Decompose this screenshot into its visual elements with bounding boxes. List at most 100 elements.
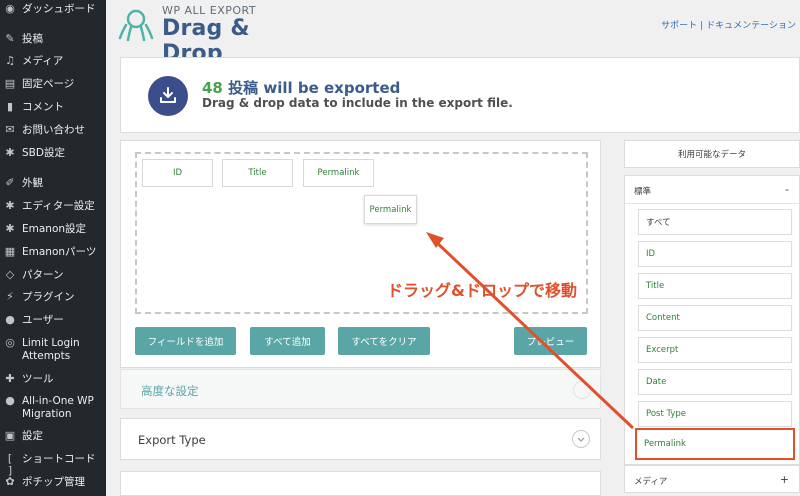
top-links: サポート | ドキュメンテーション bbox=[661, 18, 796, 31]
export-type-section[interactable]: Export Type bbox=[120, 418, 601, 460]
add-all-button[interactable]: すべて追加 bbox=[250, 327, 325, 355]
sidebar-item[interactable]: [ ] ショートコード bbox=[0, 452, 106, 477]
standard-section-header[interactable]: 標準 - bbox=[625, 176, 799, 204]
available-field-item[interactable]: すべて bbox=[638, 209, 792, 235]
add-field-button[interactable]: フィールドを追加 bbox=[135, 327, 236, 355]
advanced-settings-label: 高度な設定 bbox=[141, 384, 199, 398]
sidebar-item-label: パターン bbox=[22, 269, 64, 281]
sidebar-item-label: エディター設定 bbox=[22, 200, 95, 212]
pattern-icon: ◇ bbox=[5, 268, 15, 281]
support-link[interactable]: サポート bbox=[661, 21, 697, 31]
available-field-item[interactable]: ID bbox=[638, 241, 792, 267]
preview-button[interactable]: プレビュー bbox=[514, 327, 587, 355]
collapse-toggle-icon[interactable]: - bbox=[785, 183, 789, 196]
expand-toggle-icon[interactable]: + bbox=[780, 473, 789, 486]
drag-drop-panel: ID Title Permalink Permalink フィールドを追加 すべ… bbox=[120, 140, 601, 368]
export-post-type: 投稿 bbox=[228, 79, 259, 97]
sidebar-item[interactable]: ▮ コメント bbox=[0, 101, 106, 114]
export-subtitle: Drag & drop data to include in the expor… bbox=[202, 96, 513, 110]
field-chip-id[interactable]: ID bbox=[142, 159, 213, 187]
sidebar-item-label: ツール bbox=[22, 373, 54, 385]
sidebar-item-label: ショートコード bbox=[22, 453, 96, 465]
sidebar-item[interactable]: ▤ 固定ページ bbox=[0, 78, 106, 91]
available-field-item[interactable]: Permalink bbox=[635, 428, 795, 460]
export-count: 48 bbox=[202, 79, 223, 97]
sidebar-item-label: Emanon設定 bbox=[22, 223, 87, 235]
sidebar-item[interactable]: ✱ SBD設定 bbox=[0, 147, 106, 160]
sidebar-item[interactable]: ▦ Emanonパーツ bbox=[0, 246, 106, 259]
field-chip-title[interactable]: Title bbox=[222, 159, 293, 187]
sidebar-item[interactable]: ✿ ポチップ管理 bbox=[0, 476, 106, 489]
download-icon bbox=[148, 76, 188, 116]
plugin-icon: ⚡ bbox=[6, 290, 14, 303]
media-section-header[interactable]: メディア + bbox=[624, 465, 800, 493]
migration-icon: ● bbox=[5, 394, 15, 407]
dashboard-icon: ◉ bbox=[5, 2, 15, 15]
brush-icon: ✐ bbox=[5, 176, 15, 189]
paw-icon: ✿ bbox=[5, 475, 15, 488]
sidebar-item-label: Limit Login Attempts bbox=[22, 337, 80, 362]
sidebar-item-label: 外観 bbox=[22, 177, 43, 189]
sidebar-item[interactable]: ● All-in-One WP Migration bbox=[0, 395, 106, 421]
grid-icon: ▦ bbox=[4, 245, 16, 258]
sidebar-item[interactable]: ✉ お問い合わせ bbox=[0, 124, 106, 137]
sidebar-item-label: ポチップ管理 bbox=[22, 476, 85, 488]
available-field-item[interactable]: Title bbox=[638, 273, 792, 299]
available-field-item[interactable]: Excerpt bbox=[638, 337, 792, 363]
sidebar-item-label: メディア bbox=[22, 55, 64, 67]
sidebar-item[interactable]: ✐ 外観 bbox=[0, 177, 106, 190]
export-type-label: Export Type bbox=[138, 433, 206, 447]
available-field-item[interactable]: Date bbox=[638, 369, 792, 395]
pin-icon: ✎ bbox=[5, 32, 15, 45]
gear-icon: ✱ bbox=[5, 222, 15, 235]
sidebar-item-label: 設定 bbox=[22, 430, 43, 442]
sidebar-item[interactable]: ◉ ダッシュボード bbox=[0, 3, 106, 16]
export-will-be-exported: will be exported bbox=[263, 79, 401, 97]
sidebar-item[interactable]: ✎ 投稿 bbox=[0, 33, 106, 46]
sidebar-item[interactable]: ♫ メディア bbox=[0, 55, 106, 68]
sidebar-item[interactable]: ● ユーザー bbox=[0, 314, 106, 327]
user-icon: ● bbox=[5, 313, 15, 326]
comment-icon: ▮ bbox=[6, 100, 14, 113]
sidebar-item[interactable]: ◇ パターン bbox=[0, 269, 106, 282]
clear-all-button[interactable]: すべてをクリア bbox=[338, 327, 430, 355]
fingerprint-icon: ◎ bbox=[5, 336, 15, 349]
sidebar-item[interactable]: ◎ Limit Login Attempts bbox=[0, 337, 106, 363]
sidebar-item-label: お問い合わせ bbox=[22, 124, 85, 136]
shortcode-icon: [ ] bbox=[7, 452, 13, 477]
chevron-down-icon[interactable] bbox=[573, 381, 591, 399]
sidebar-item[interactable]: ⚡ プラグイン bbox=[0, 291, 106, 304]
gear-icon: ✱ bbox=[5, 199, 15, 212]
sidebar-item[interactable]: ✚ ツール bbox=[0, 373, 106, 386]
admin-sidebar: ◉ ダッシュボード ✎ 投稿 ♫ メディア ▤ 固定ページ ▮ コメント ✉ お問い合わせ ✱ SBD設定… bbox=[0, 0, 106, 496]
sidebar-item-label: ユーザー bbox=[22, 314, 64, 326]
media-section-label: メディア bbox=[634, 477, 668, 487]
available-field-item[interactable]: Post Type bbox=[638, 401, 792, 427]
sidebar-item-label: All-in-One WP Migration bbox=[22, 395, 94, 420]
export-count-line: 48 投稿 will be exported bbox=[202, 77, 400, 98]
wrench-icon: ✚ bbox=[5, 372, 15, 385]
annotation-label: ドラッグ&ドロップで移動 bbox=[387, 281, 577, 300]
sidebar-item[interactable]: ▣ 設定 bbox=[0, 430, 106, 443]
page-icon: ▤ bbox=[4, 77, 16, 90]
media-icon: ♫ bbox=[5, 54, 15, 67]
field-chip-permalink[interactable]: Permalink bbox=[303, 159, 374, 187]
brand-header: WP ALL EXPORT Drag & Drop bbox=[118, 2, 318, 66]
dragging-chip-permalink[interactable]: Permalink bbox=[364, 195, 417, 224]
sidebar-item[interactable]: ✱ Emanon設定 bbox=[0, 223, 106, 236]
sidebar-item-label: SBD設定 bbox=[22, 147, 65, 159]
standard-section-label: 標準 bbox=[634, 187, 652, 197]
bottom-options-strip bbox=[120, 471, 601, 496]
mail-icon: ✉ bbox=[5, 123, 15, 136]
sidebar-item[interactable]: ✱ エディター設定 bbox=[0, 200, 106, 213]
link-separator: | bbox=[700, 21, 704, 31]
sidebar-item-label: 投稿 bbox=[22, 33, 43, 45]
available-field-item[interactable]: Content bbox=[638, 305, 792, 331]
available-data-panel: 標準 - すべて ID Title Content Excerpt Date Post Ty… bbox=[624, 175, 800, 465]
sidebar-item-label: ダッシュボード bbox=[22, 3, 96, 15]
settings-icon: ▣ bbox=[4, 429, 16, 442]
advanced-settings-section[interactable]: 高度な設定 bbox=[120, 369, 601, 409]
octopus-logo-icon bbox=[118, 9, 154, 42]
docs-link[interactable]: ドキュメンテーション bbox=[706, 21, 796, 31]
chevron-down-icon[interactable] bbox=[572, 430, 590, 448]
